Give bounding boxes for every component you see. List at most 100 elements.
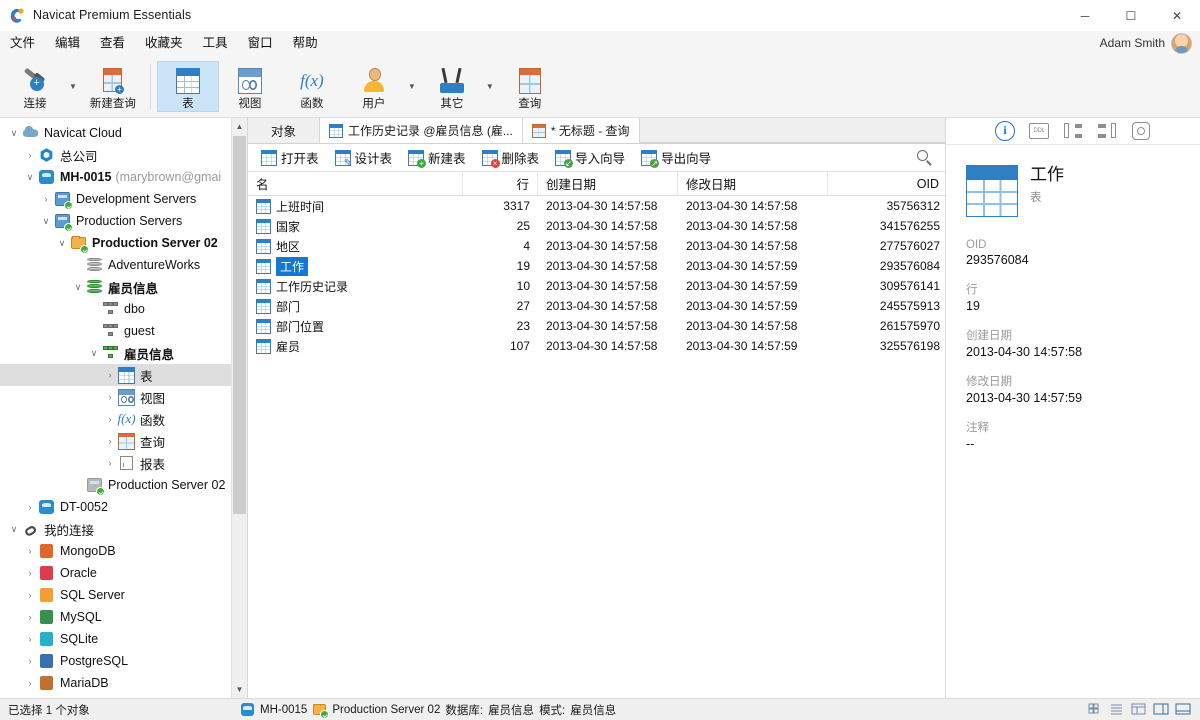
chevron-right-icon[interactable]: ›: [102, 414, 118, 424]
tree-node[interactable]: Production Server 02: [0, 474, 231, 496]
chevron-down-icon[interactable]: ∨: [38, 216, 54, 226]
tree-node[interactable]: › Development Servers: [0, 188, 231, 210]
grid-column-header[interactable]: 名: [248, 172, 463, 195]
ribbon-button-user[interactable]: 用户: [343, 62, 405, 111]
menu-item-tools[interactable]: 工具: [193, 31, 238, 56]
table-row[interactable]: 部门位置 23 2013-04-30 14:57:58 2013-04-30 14:5…: [248, 316, 945, 336]
table-row[interactable]: 地区 4 2013-04-30 14:57:58 2013-04-30 14:57:5…: [248, 236, 945, 256]
tree-node[interactable]: ∨ 雇员信息: [0, 276, 231, 298]
scroll-up-arrow-icon[interactable]: ▲: [232, 118, 247, 135]
ribbon-button-new-query[interactable]: + 新建查询: [82, 62, 144, 111]
scroll-down-arrow-icon[interactable]: ▼: [232, 681, 247, 698]
tree-node[interactable]: › SQLite: [0, 628, 231, 650]
user-account[interactable]: Adam Smith: [1100, 32, 1200, 54]
preview-icon[interactable]: [1131, 121, 1151, 141]
chevron-right-icon[interactable]: ›: [102, 436, 118, 446]
tree-node[interactable]: › PostgreSQL: [0, 650, 231, 672]
open-table-button[interactable]: 打开表: [254, 147, 326, 169]
ribbon-button-view[interactable]: 视图: [219, 62, 281, 111]
table-row[interactable]: 工作 19 2013-04-30 14:57:58 2013-04-30 14:57:…: [248, 256, 945, 276]
import-wizard-button[interactable]: ↙ 导入向导: [548, 147, 632, 169]
grid-column-header[interactable]: 行: [463, 172, 538, 195]
detail-view-icon[interactable]: [1130, 702, 1148, 718]
tree-node[interactable]: › MariaDB: [0, 672, 231, 694]
ribbon-button-connection[interactable]: + 连接: [4, 62, 66, 111]
chevron-down-icon-other[interactable]: ▼: [485, 82, 499, 91]
tree-node[interactable]: › MySQL: [0, 606, 231, 628]
chevron-down-icon[interactable]: ∨: [70, 282, 86, 292]
table-row[interactable]: 工作历史记录 10 2013-04-30 14:57:58 2013-04-30 14…: [248, 276, 945, 296]
new-table-button[interactable]: + 新建表: [401, 147, 473, 169]
chevron-right-icon[interactable]: ›: [22, 502, 38, 512]
tree-node[interactable]: ∨ MH-0015 (marybrown@gmai: [0, 166, 231, 188]
ribbon-button-table[interactable]: 表: [156, 61, 219, 112]
menu-item-view[interactable]: 查看: [90, 31, 135, 56]
grid-view-icon[interactable]: [1086, 702, 1104, 718]
pane-bottom-icon[interactable]: [1174, 702, 1192, 718]
delete-table-button[interactable]: × 删除表: [475, 147, 547, 169]
grid-column-header[interactable]: OID: [828, 172, 945, 195]
menu-item-file[interactable]: 文件: [0, 31, 45, 56]
menu-item-help[interactable]: 帮助: [283, 31, 328, 56]
chevron-down-icon-user[interactable]: ▼: [407, 82, 421, 91]
maximize-button[interactable]: ☐: [1108, 0, 1154, 31]
chevron-right-icon[interactable]: ›: [22, 656, 38, 666]
chevron-right-icon[interactable]: ›: [38, 194, 54, 204]
chevron-down-icon[interactable]: ∨: [6, 128, 22, 138]
chevron-right-icon[interactable]: ›: [22, 634, 38, 644]
grid-column-header[interactable]: 创建日期: [538, 172, 678, 195]
chevron-down-icon[interactable]: ∨: [54, 238, 70, 248]
tree-node[interactable]: ∨ Navicat Cloud: [0, 122, 231, 144]
chevron-down-icon-connection[interactable]: ▼: [68, 82, 82, 91]
grid-column-header[interactable]: 修改日期: [678, 172, 828, 195]
chevron-right-icon[interactable]: ›: [22, 150, 38, 160]
chevron-right-icon[interactable]: ›: [22, 546, 38, 556]
chevron-right-icon[interactable]: ›: [22, 568, 38, 578]
tree-node[interactable]: ∨ 雇员信息: [0, 342, 231, 364]
tree-node[interactable]: › Oracle: [0, 562, 231, 584]
tree-node[interactable]: ∨ Production Servers: [0, 210, 231, 232]
sidebar-scrollbar[interactable]: ▲ ▼: [231, 118, 247, 698]
pane-right-icon[interactable]: [1152, 702, 1170, 718]
tree-node[interactable]: AdventureWorks: [0, 254, 231, 276]
chevron-down-icon[interactable]: ∨: [86, 348, 102, 358]
scrollbar-thumb[interactable]: [233, 136, 246, 514]
minimize-button[interactable]: ─: [1062, 0, 1108, 31]
ribbon-button-function[interactable]: f(x) 函数: [281, 62, 343, 111]
tab-work-history[interactable]: 工作历史记录 @雇员信息 (雇...: [320, 118, 523, 143]
connection-tree[interactable]: ∨ Navicat Cloud › 总公司 ∨ MH-0015 (marybrown@gma…: [0, 118, 231, 698]
grid-body[interactable]: 上班时间 3317 2013-04-30 14:57:58 2013-04-30 14…: [248, 196, 945, 356]
tree-node[interactable]: ∨ 我的连接: [0, 518, 231, 540]
table-row[interactable]: 国家 25 2013-04-30 14:57:58 2013-04-30 14:57:…: [248, 216, 945, 236]
chevron-right-icon[interactable]: ›: [102, 458, 118, 468]
tree-node[interactable]: dbo: [0, 298, 231, 320]
tree-node[interactable]: › DT-0052: [0, 496, 231, 518]
tree-node[interactable]: › 查询: [0, 430, 231, 452]
list-view-icon[interactable]: [1108, 702, 1126, 718]
tree-node[interactable]: guest: [0, 320, 231, 342]
tree-node[interactable]: › 报表: [0, 452, 231, 474]
chevron-right-icon[interactable]: ›: [102, 370, 118, 380]
design-table-button[interactable]: ✎ 设计表: [328, 147, 400, 169]
menu-item-edit[interactable]: 编辑: [45, 31, 90, 56]
close-button[interactable]: ✕: [1154, 0, 1200, 31]
menu-item-favorites[interactable]: 收藏夹: [135, 31, 193, 56]
ddl-icon[interactable]: DDL: [1029, 121, 1049, 141]
export-wizard-button[interactable]: ↗ 导出向导: [634, 147, 718, 169]
chevron-right-icon[interactable]: ›: [102, 392, 118, 402]
menu-item-window[interactable]: 窗口: [238, 31, 283, 56]
table-row[interactable]: 上班时间 3317 2013-04-30 14:57:58 2013-04-30 14…: [248, 196, 945, 216]
tree-node[interactable]: › 表: [0, 364, 231, 386]
tab-objects[interactable]: 对象: [248, 118, 320, 143]
chevron-right-icon[interactable]: ›: [22, 612, 38, 622]
tree-node[interactable]: ∨ Production Server 02: [0, 232, 231, 254]
chevron-right-icon[interactable]: ›: [22, 590, 38, 600]
chevron-down-icon[interactable]: ∨: [6, 524, 22, 534]
er-right-icon[interactable]: [1097, 121, 1117, 141]
info-icon[interactable]: i: [995, 121, 1015, 141]
table-row[interactable]: 雇员 107 2013-04-30 14:57:58 2013-04-30 14:57…: [248, 336, 945, 356]
ribbon-button-other[interactable]: 其它: [421, 62, 483, 111]
tree-node[interactable]: › MongoDB: [0, 540, 231, 562]
er-left-icon[interactable]: [1063, 121, 1083, 141]
tab-untitled-query[interactable]: * 无标题 - 查询: [522, 118, 640, 143]
